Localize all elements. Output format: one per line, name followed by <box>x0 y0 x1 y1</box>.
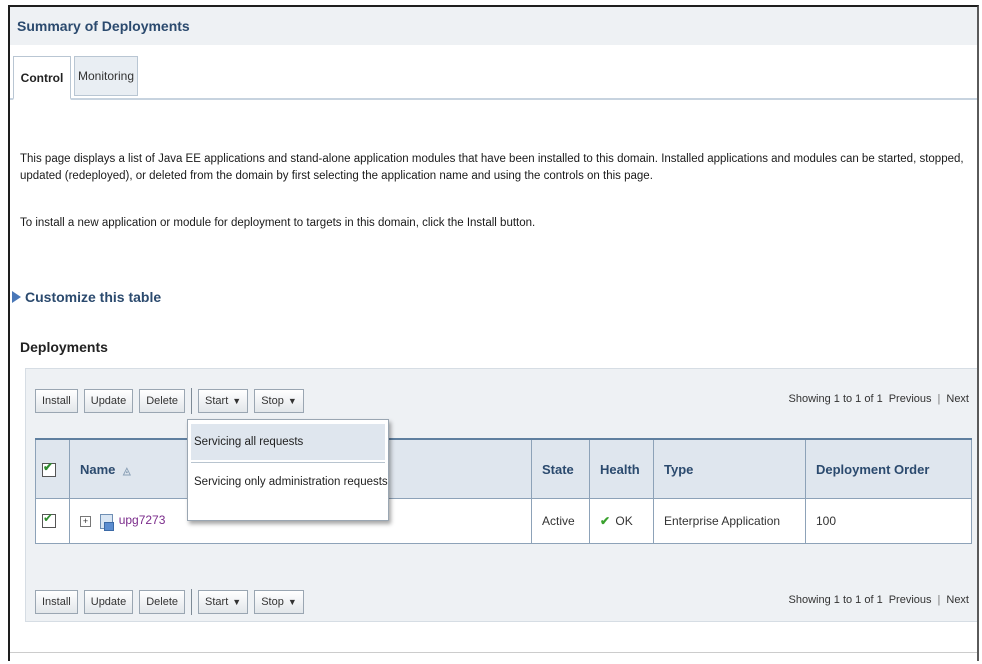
stop-dropdown-button[interactable]: Stop ▼ <box>254 590 304 614</box>
select-all-header <box>35 438 70 499</box>
table-header-row: Name ◬ State Health Type Deployment Orde… <box>35 438 972 499</box>
delete-button[interactable]: Delete <box>139 590 186 614</box>
bottom-pagination: Showing 1 to 1 of 1 Previous | Next <box>789 594 969 606</box>
page-description: This page displays a list of Java EE app… <box>20 153 964 182</box>
next-link[interactable]: Next <box>946 594 969 606</box>
start-dropdown-menu: Servicing all requests Servicing only ad… <box>187 419 389 521</box>
stop-label: Stop <box>261 395 284 407</box>
application-name-link[interactable]: upg7273 <box>119 513 166 527</box>
next-link[interactable]: Next <box>946 393 969 405</box>
chevron-down-icon: ▼ <box>232 597 242 607</box>
start-label: Start <box>205 596 229 608</box>
install-button[interactable]: Install <box>35 590 78 614</box>
update-button[interactable]: Update <box>83 389 134 413</box>
paging-separator: | <box>937 594 941 606</box>
paging-separator: | <box>937 393 941 405</box>
page-title: Summary of Deployments <box>10 7 977 45</box>
deployments-page: Summary of Deployments Control Monitorin… <box>8 5 979 661</box>
tab-bar: Control Monitoring <box>10 45 977 100</box>
chevron-down-icon: ▼ <box>287 396 297 406</box>
deployment-order-column-header[interactable]: Deployment Order <box>805 438 972 499</box>
chevron-down-icon: ▼ <box>232 396 242 406</box>
paging-status: Showing 1 to 1 of 1 <box>788 393 883 405</box>
install-instructions: To install a new application or module f… <box>20 217 536 229</box>
table-row: + upg7273 Active ✔ OK Enterprise Applica… <box>35 498 972 544</box>
menu-item-servicing-admin-requests[interactable]: Servicing only administration requests <box>188 463 388 501</box>
install-button[interactable]: Install <box>35 389 78 413</box>
tab-control[interactable]: Control <box>13 56 71 100</box>
stop-label: Stop <box>261 596 284 608</box>
deployments-table: Name ◬ State Health Type Deployment Orde… <box>35 438 972 544</box>
previous-link[interactable]: Previous <box>889 594 932 606</box>
type-column-header[interactable]: Type <box>653 438 806 499</box>
start-dropdown-button[interactable]: Start ▼ <box>198 389 249 413</box>
name-header-label: Name <box>80 461 116 477</box>
delete-button[interactable]: Delete <box>139 389 186 413</box>
deployment-order-cell: 100 <box>805 498 972 544</box>
customize-table-label: Customize this table <box>25 289 162 305</box>
start-dropdown-button[interactable]: Start ▼ <box>198 590 249 614</box>
state-cell: Active <box>531 498 590 544</box>
top-pagination: Showing 1 to 1 of 1 Previous | Next <box>789 393 969 405</box>
health-column-header[interactable]: Health <box>589 438 654 499</box>
row-checkbox[interactable] <box>42 511 56 529</box>
application-icon <box>100 513 115 531</box>
toolbar-divider <box>191 388 193 414</box>
bottom-toolbar: Install Update Delete Start ▼ Stop ▼ <box>35 589 310 615</box>
deployments-heading: Deployments <box>20 339 108 355</box>
menu-item-servicing-all-requests[interactable]: Servicing all requests <box>191 424 385 460</box>
update-button[interactable]: Update <box>83 590 134 614</box>
health-cell: ✔ OK <box>589 498 654 544</box>
chevron-down-icon: ▼ <box>287 597 297 607</box>
stop-dropdown-button[interactable]: Stop ▼ <box>254 389 304 413</box>
previous-link[interactable]: Previous <box>889 393 932 405</box>
expand-plus-icon[interactable]: + <box>80 515 91 527</box>
type-cell: Enterprise Application <box>653 498 806 544</box>
tab-monitoring[interactable]: Monitoring <box>74 56 138 96</box>
paging-status: Showing 1 to 1 of 1 <box>788 594 883 606</box>
select-all-checkbox[interactable] <box>42 460 56 477</box>
footer-divider <box>10 652 977 653</box>
state-column-header[interactable]: State <box>531 438 590 499</box>
tab-bar-divider <box>10 98 977 100</box>
sort-ascending-icon: ◬ <box>123 465 131 477</box>
top-toolbar: Install Update Delete Start ▼ Stop ▼ <box>35 388 310 414</box>
row-select-cell <box>35 498 70 544</box>
deployments-table-panel: Install Update Delete Start ▼ Stop ▼ Sho… <box>25 368 977 622</box>
start-label: Start <box>205 395 229 407</box>
health-value: OK <box>615 514 633 528</box>
checkmark-icon: ✔ <box>600 514 611 528</box>
expand-triangle-icon <box>12 291 21 303</box>
customize-table-link[interactable]: Customize this table <box>12 289 161 305</box>
toolbar-divider <box>191 589 193 615</box>
